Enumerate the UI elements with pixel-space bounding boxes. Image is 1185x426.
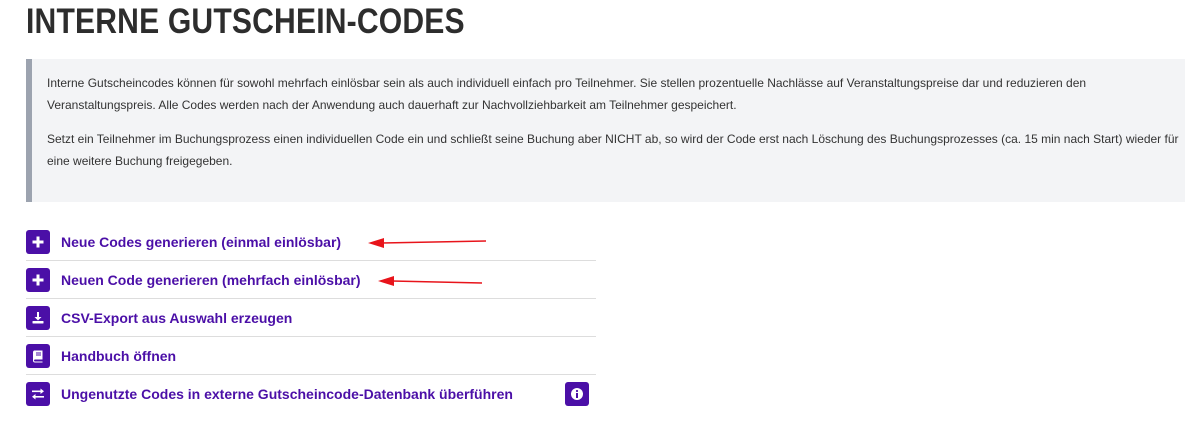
- download-icon: [26, 305, 50, 330]
- transfer-icon: [26, 382, 50, 406]
- action-generate-single-use-codes[interactable]: Neue Codes generieren (einmal einlösbar): [26, 223, 596, 261]
- action-transfer-unused-codes[interactable]: Ungenutzte Codes in externe Gutscheincod…: [26, 375, 596, 413]
- action-label: Ungenutzte Codes in externe Gutscheincod…: [61, 386, 513, 402]
- action-label: CSV-Export aus Auswahl erzeugen: [61, 309, 293, 326]
- page-title: INTERNE GUTSCHEIN-CODES: [26, 2, 465, 41]
- action-list: Neue Codes generieren (einmal einlösbar)…: [26, 223, 596, 413]
- action-label: Neuen Code generieren (mehrfach einlösba…: [61, 271, 361, 288]
- action-label: Handbuch öffnen: [61, 347, 177, 364]
- action-label: Neue Codes generieren (einmal einlösbar): [61, 233, 342, 250]
- book-icon: [26, 343, 50, 368]
- action-open-manual[interactable]: Handbuch öffnen: [26, 337, 596, 375]
- plus-icon: [26, 267, 50, 292]
- info-box: Interne Gutscheincodes können für sowohl…: [26, 59, 1185, 202]
- info-paragraph-2: Setzt ein Teilnehmer im Buchungsprozess …: [47, 132, 1179, 168]
- plus-icon: [26, 229, 50, 254]
- info-icon[interactable]: [565, 382, 589, 406]
- action-generate-multi-use-code[interactable]: Neuen Code generieren (mehrfach einlösba…: [26, 261, 596, 299]
- action-csv-export[interactable]: CSV-Export aus Auswahl erzeugen: [26, 299, 596, 337]
- info-paragraph-1: Interne Gutscheincodes können für sowohl…: [47, 76, 1087, 112]
